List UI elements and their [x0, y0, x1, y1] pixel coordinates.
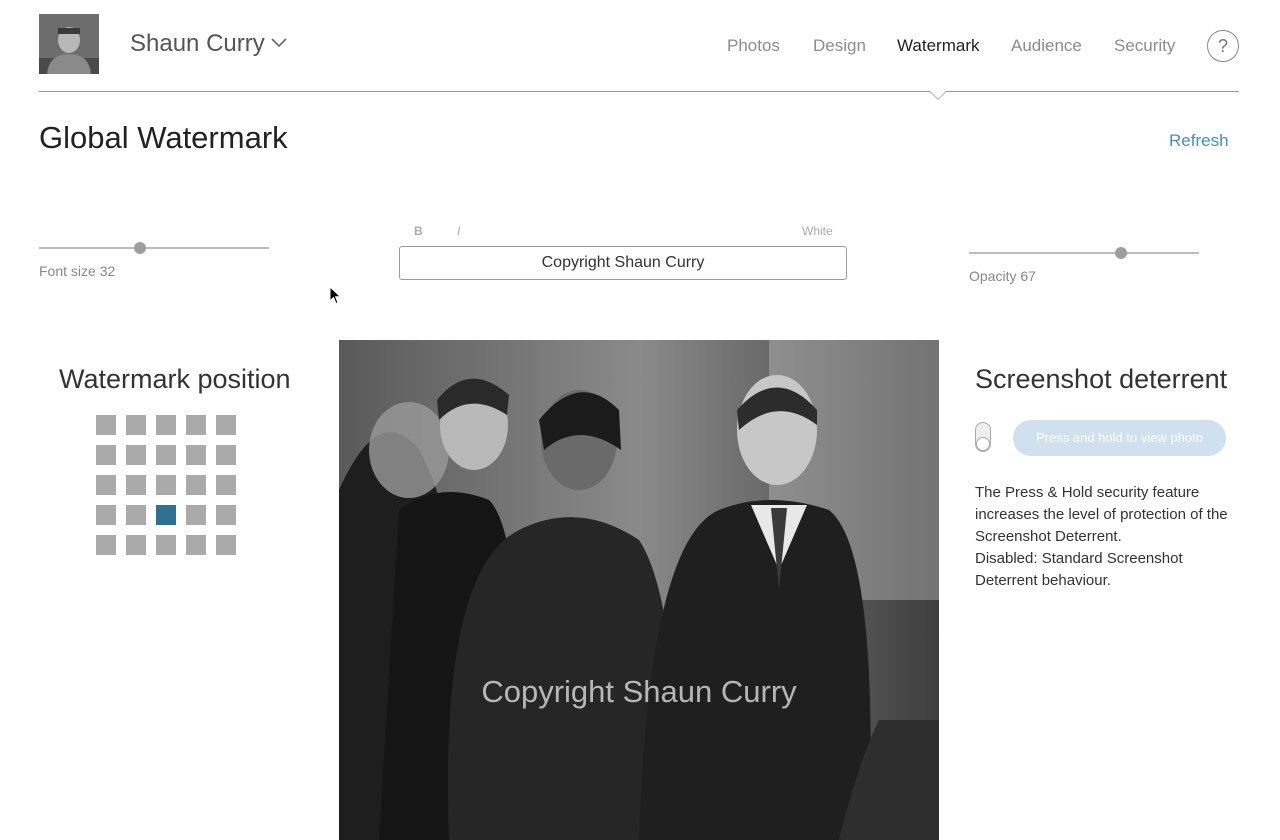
position-cell-r1-c4[interactable]: [216, 445, 236, 465]
chevron-down-icon[interactable]: [270, 36, 288, 48]
press-and-hold-button[interactable]: Press and hold to view photo: [1013, 420, 1226, 456]
opacity-thumb[interactable]: [1114, 247, 1127, 259]
position-cell-r1-c0[interactable]: [96, 445, 116, 465]
active-tab-pointer-inner: [930, 91, 946, 99]
position-cell-r4-c0[interactable]: [96, 535, 116, 555]
opacity-track[interactable]: [969, 252, 1199, 254]
description-line-2: Disabled: Standard Screenshot Deterrent …: [975, 550, 1183, 589]
watermark-position-title: Watermark position: [59, 364, 291, 394]
screenshot-deterrent-title: Screenshot deterrent: [975, 364, 1228, 394]
bold-toggle[interactable]: B: [414, 224, 423, 238]
screenshot-deterrent-description: The Press & Hold security feature increa…: [975, 482, 1240, 592]
position-cell-r4-c4[interactable]: [216, 535, 236, 555]
font-size-thumb[interactable]: [134, 242, 147, 254]
position-cell-r4-c3[interactable]: [186, 535, 206, 555]
position-cell-r4-c2[interactable]: [156, 535, 176, 555]
position-cell-r2-c1[interactable]: [126, 475, 146, 495]
position-cell-r0-c4[interactable]: [216, 415, 236, 435]
preview-watermark-text: Copyright Shaun Curry: [481, 674, 797, 709]
tab-audience[interactable]: Audience: [1011, 36, 1082, 56]
header-divider: [39, 91, 1239, 92]
position-cell-r2-c2[interactable]: [156, 475, 176, 495]
position-cell-r1-c3[interactable]: [186, 445, 206, 465]
position-cell-r0-c0[interactable]: [96, 415, 116, 435]
watermark-text-input[interactable]: [399, 246, 847, 280]
position-cell-r3-c4[interactable]: [216, 505, 236, 525]
position-cell-r0-c1[interactable]: [126, 415, 146, 435]
font-size-track[interactable]: [39, 247, 269, 249]
opacity-slider[interactable]: [969, 245, 1199, 261]
italic-toggle[interactable]: I: [457, 224, 460, 238]
position-cell-r2-c3[interactable]: [186, 475, 206, 495]
position-cell-r3-c0[interactable]: [96, 505, 116, 525]
opacity-label: Opacity 67: [969, 268, 1036, 284]
position-cell-r2-c4[interactable]: [216, 475, 236, 495]
position-cell-r0-c3[interactable]: [186, 415, 206, 435]
description-line-1: The Press & Hold security feature increa…: [975, 484, 1228, 545]
tab-photos[interactable]: Photos: [727, 36, 780, 56]
position-cell-r3-c1[interactable]: [126, 505, 146, 525]
mouse-cursor-icon: [329, 286, 342, 305]
position-cell-r1-c1[interactable]: [126, 445, 146, 465]
font-size-slider[interactable]: [39, 240, 269, 256]
press-hold-toggle[interactable]: [975, 422, 991, 452]
watermark-position-grid: [96, 415, 236, 555]
position-cell-r4-c1[interactable]: [126, 535, 146, 555]
tab-design[interactable]: Design: [813, 36, 866, 56]
position-cell-r0-c2[interactable]: [156, 415, 176, 435]
page-title: Global Watermark: [39, 120, 288, 155]
user-name[interactable]: Shaun Curry: [130, 30, 265, 58]
font-size-label: Font size 32: [39, 263, 116, 279]
tab-security[interactable]: Security: [1114, 36, 1175, 56]
position-cell-r1-c2[interactable]: [156, 445, 176, 465]
position-cell-r2-c0[interactable]: [96, 475, 116, 495]
color-selector[interactable]: White: [802, 224, 833, 238]
help-button[interactable]: ?: [1207, 30, 1239, 62]
refresh-link[interactable]: Refresh: [1169, 131, 1229, 151]
photo-preview: Copyright Shaun Curry: [339, 340, 939, 840]
toggle-knob: [976, 437, 990, 451]
avatar[interactable]: [39, 14, 99, 74]
preview-photo-image: [339, 340, 939, 840]
tab-watermark[interactable]: Watermark: [897, 36, 980, 56]
position-cell-r3-c2[interactable]: [156, 505, 176, 525]
position-cell-r3-c3[interactable]: [186, 505, 206, 525]
